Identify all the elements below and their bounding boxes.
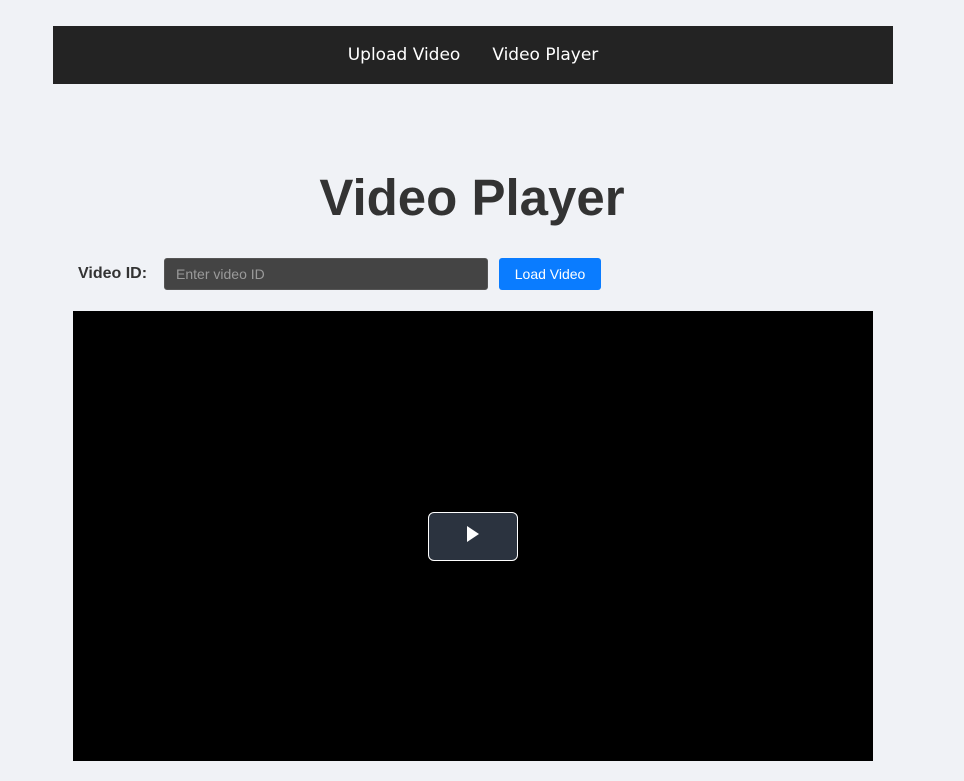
nav-link-upload-video[interactable]: Upload Video <box>348 45 461 65</box>
load-video-button[interactable]: Load Video <box>499 258 602 290</box>
nav-link-video-player[interactable]: Video Player <box>492 45 598 65</box>
video-id-label: Video ID: <box>78 265 148 282</box>
page-title: Video Player <box>319 169 625 226</box>
navbar: Upload Video Video Player <box>53 26 893 84</box>
video-player[interactable] <box>73 311 873 761</box>
play-icon <box>466 525 480 548</box>
play-button[interactable] <box>428 512 518 561</box>
video-id-input[interactable] <box>164 258 489 290</box>
video-id-form: Video ID: Load Video <box>78 258 602 290</box>
